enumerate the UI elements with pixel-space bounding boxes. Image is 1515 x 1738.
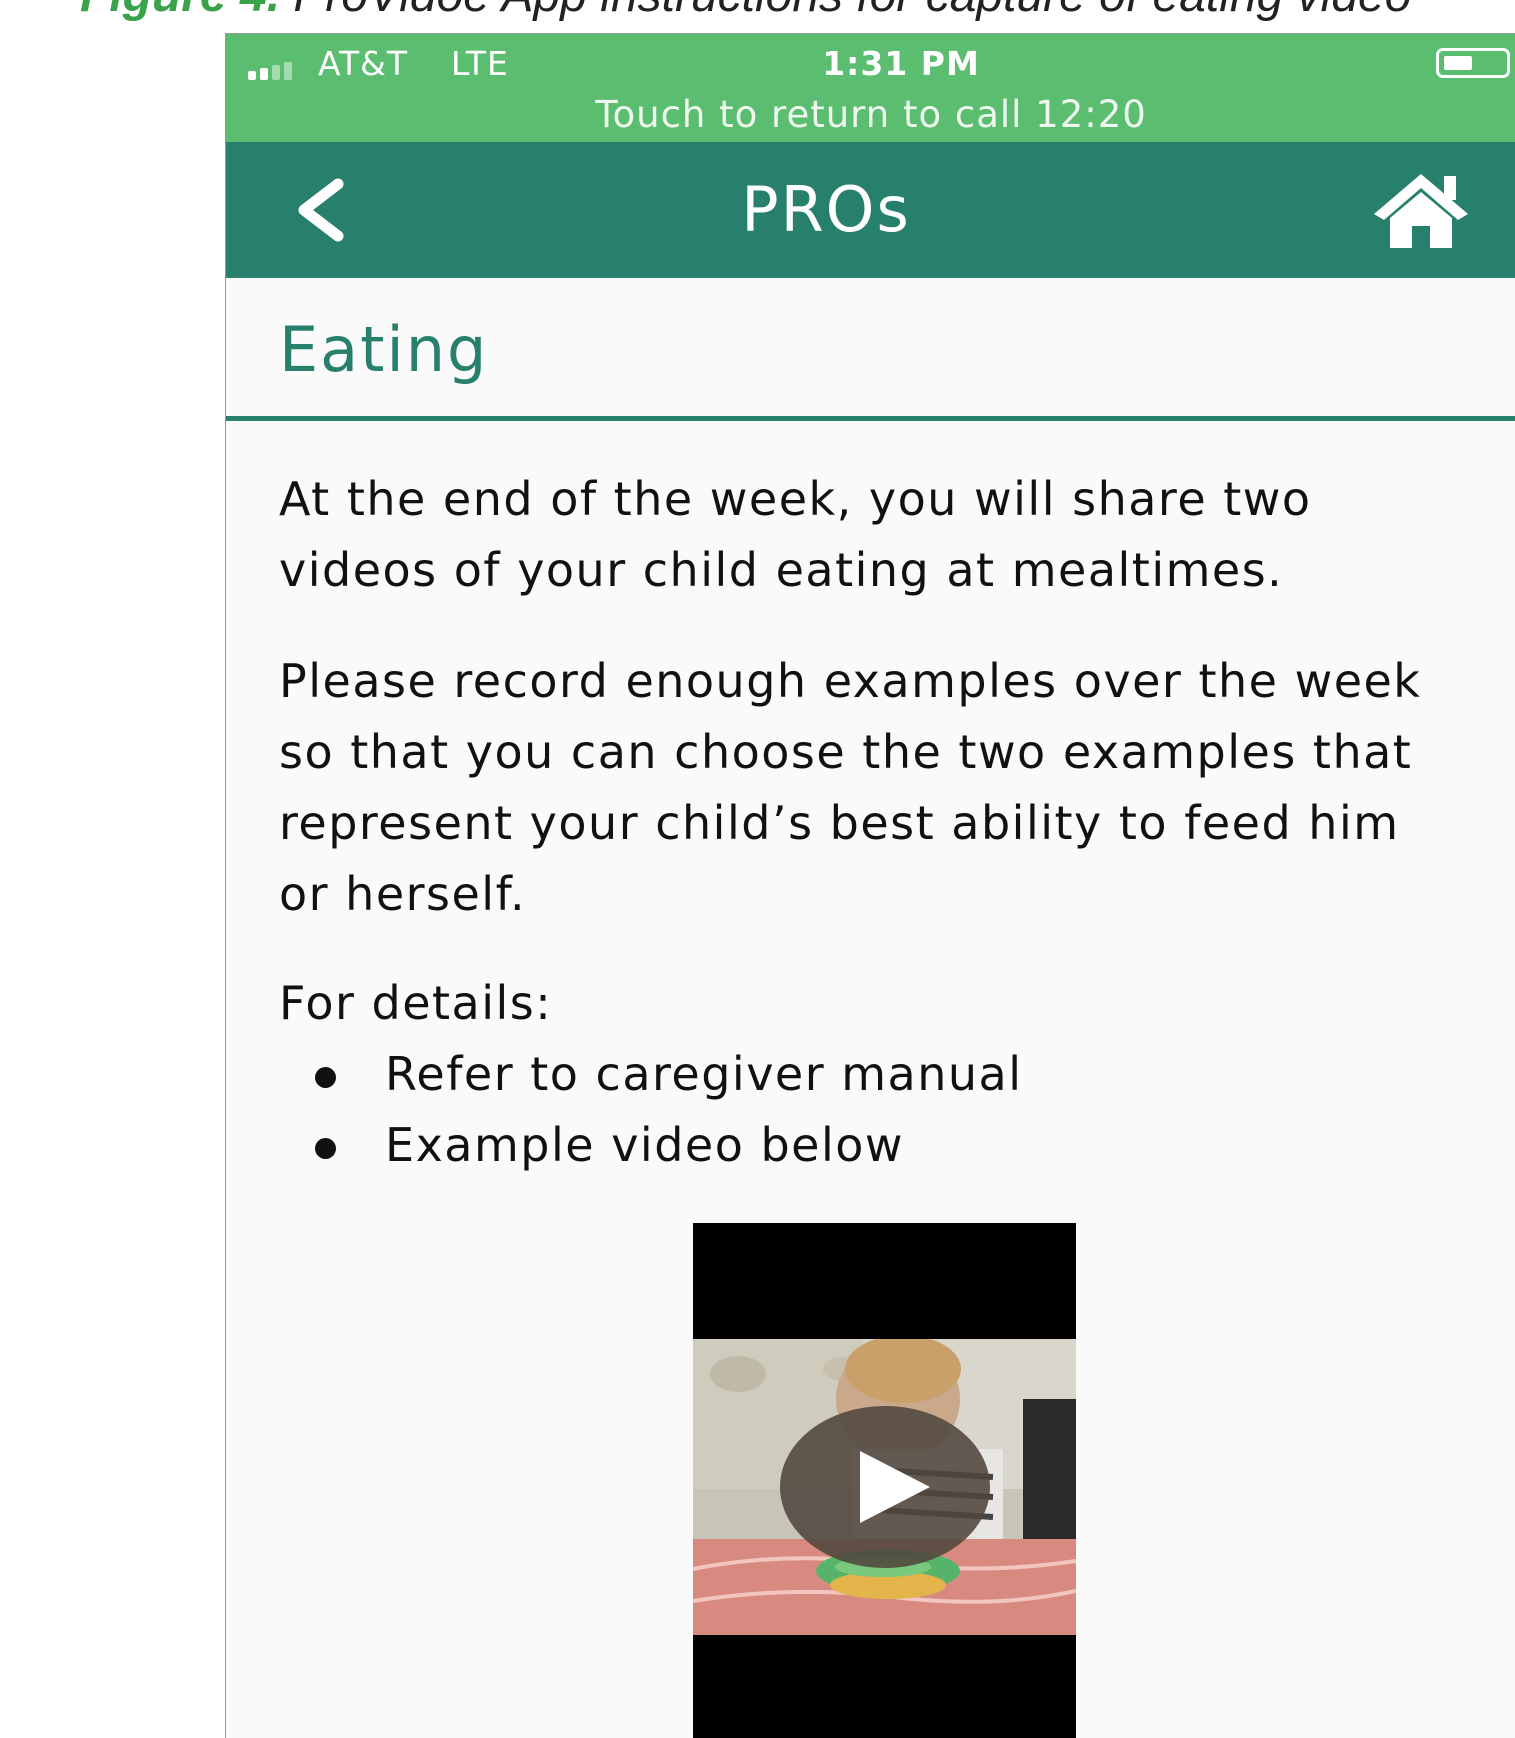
return-to-call-banner[interactable]: Touch to return to call 12:20 bbox=[226, 92, 1515, 138]
play-icon bbox=[860, 1451, 930, 1523]
bullet-icon bbox=[315, 1067, 336, 1088]
home-button[interactable] bbox=[1366, 164, 1476, 254]
list-item: Refer to caregiver manual bbox=[279, 1039, 1023, 1110]
nav-bar: PROs bbox=[226, 142, 1515, 278]
list-item: Example video below bbox=[279, 1110, 1023, 1181]
section-header: Eating bbox=[226, 278, 1515, 418]
chevron-left-icon bbox=[298, 178, 344, 242]
instruction-paragraph: Please record enough examples over the w… bbox=[279, 654, 1422, 921]
signal-strength-icon bbox=[248, 62, 308, 80]
instruction-paragraph: At the end of the week, you will share t… bbox=[279, 472, 1312, 597]
section-divider bbox=[226, 416, 1515, 421]
home-icon bbox=[1374, 174, 1468, 248]
details-list: Refer to caregiver manual Example video … bbox=[279, 1039, 1023, 1181]
list-item-text: Refer to caregiver manual bbox=[385, 1047, 1023, 1101]
play-button[interactable] bbox=[780, 1406, 990, 1568]
figure-caption-text: ProVidoe App instructions for capture of… bbox=[280, 0, 1411, 22]
bullet-icon bbox=[315, 1138, 336, 1159]
example-video[interactable] bbox=[693, 1223, 1076, 1738]
details-label: For details: bbox=[279, 976, 553, 1030]
back-button[interactable] bbox=[276, 170, 376, 250]
battery-icon bbox=[1436, 48, 1510, 78]
instructions-content: At the end of the week, you will share t… bbox=[279, 464, 1459, 1172]
section-title: Eating bbox=[279, 313, 489, 386]
status-time: 1:31 PM bbox=[822, 44, 980, 83]
figure-label: Figure 4. bbox=[80, 0, 280, 22]
status-bar[interactable]: AT&T LTE 1:31 PM Touch to return to call… bbox=[226, 34, 1515, 142]
figure-caption: Figure 4. ProVidoe App instructions for … bbox=[80, 0, 1510, 26]
page-title: PROs bbox=[741, 173, 911, 246]
network-type: LTE bbox=[451, 44, 509, 83]
carrier-name: AT&T bbox=[318, 44, 409, 83]
phone-screen: AT&T LTE 1:31 PM Touch to return to call… bbox=[225, 33, 1515, 1738]
list-item-text: Example video below bbox=[385, 1118, 905, 1172]
